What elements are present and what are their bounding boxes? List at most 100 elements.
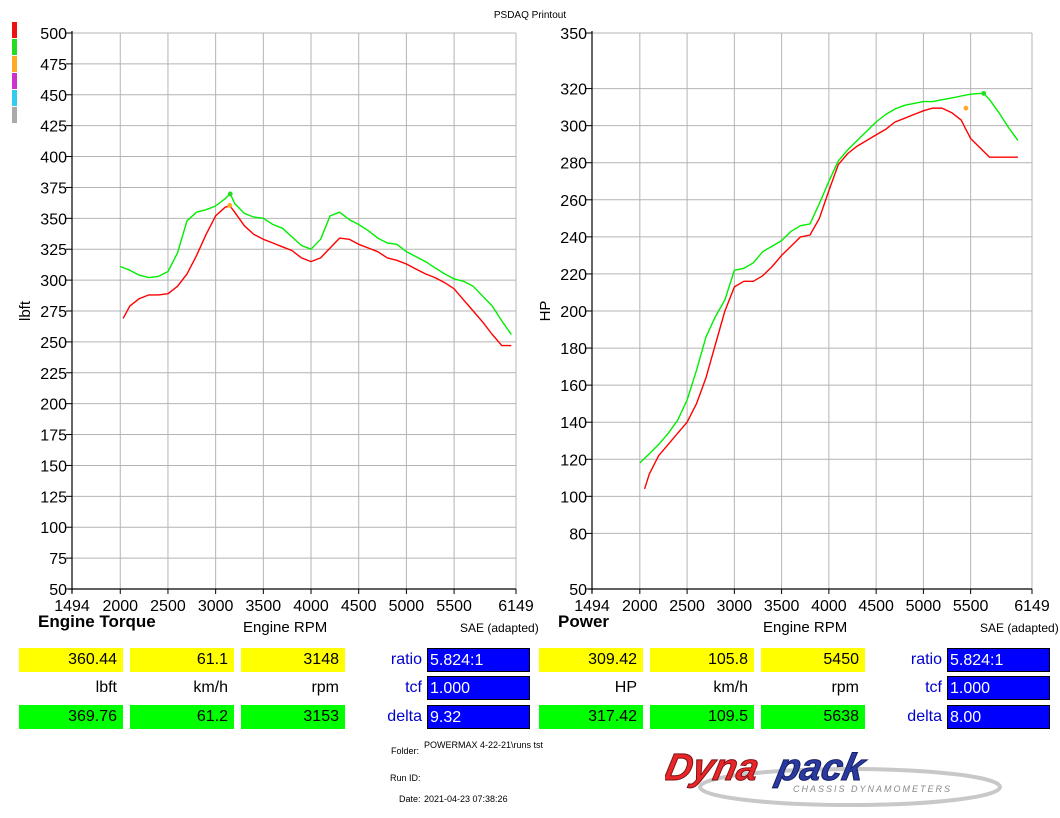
torque-y-axis-label: lbft [17,300,34,321]
power-y-tick-label: 320 [560,82,587,99]
speed-unit-label: km/h [193,679,228,696]
power-x-tick-label: 3000 [717,598,753,615]
torque-peak-speed: 61.1 [130,648,234,672]
power-ratio-value: 5.824:1 [947,648,1050,672]
power-peak-marker-2 [981,90,987,96]
torque-y-tick-label: 275 [40,304,67,321]
power-x-axis-label: Engine RPM [763,619,848,636]
torque-y-tick-label: 200 [40,397,67,414]
svg-text:CHASSIS DYNAMOMETERS: CHASSIS DYNAMOMETERS [793,784,952,794]
torque-y-tick-label: 400 [40,150,67,167]
power-delta-label: delta [907,708,942,725]
rpm-unit-label: rpm [311,679,339,696]
torque-y-tick-label: 225 [40,366,67,383]
folder-value: POWERMAX 4-22-21\runs tst [424,740,544,750]
torque-tcf-value: 1.000 [427,676,530,700]
date-label: Date: [399,794,421,804]
power-y-tick-label: 200 [560,304,587,321]
torque-peak-marker-1 [227,203,233,208]
torque-unit-label: lbft [95,679,117,696]
torque-peak-speed-2: 61.2 [130,705,234,729]
torque-tcf-label: tcf [405,679,422,696]
dyno-charts: 50 75 100 125 150 175 200 225 250 275 300 325 350 375… [17,26,1050,615]
power-y-tick-label: 80 [569,526,587,543]
power-y-tick-label: 300 [560,119,587,136]
power-x-tick-label: 2000 [622,598,658,615]
power-y-tick-label: 140 [560,415,587,432]
torque-y-tick-label: 125 [40,489,67,506]
svg-text:pack: pack [772,746,870,789]
torque-x-tick-label: 5000 [389,598,425,615]
power-peak-marker-1 [963,105,969,111]
power-x-tick-label: 4000 [811,598,847,615]
torque-peak-rpm-2: 3153 [241,705,345,729]
power-y-tick-label: 120 [560,452,587,469]
torque-peak-value-2: 369.76 [19,705,123,729]
torque-panel-title: Engine Torque [38,612,156,631]
torque-x-tick-label: 5500 [436,598,472,615]
torque-peak-marker-2 [227,191,233,197]
torque-y-tick-label: 325 [40,242,67,259]
torque-y-tick-label: 375 [40,180,67,197]
torque-y-tick-label: 175 [40,428,67,445]
power-y-axis-label: HP [537,301,554,322]
power-peak-speed: 105.8 [650,648,754,672]
power-sae-note: SAE (adapted) [980,621,1059,635]
power-y-tick-label: 220 [560,267,587,284]
power-peak-value-2: 317.42 [539,705,643,729]
torque-series-line-1 [122,205,512,347]
torque-peak-rpm: 3148 [241,648,345,672]
torque-y-tick-label: 475 [40,57,67,74]
power-x-tick-label: 5000 [906,598,942,615]
torque-ratio-value: 5.824:1 [427,648,530,672]
power-y-tick-label: 160 [560,378,587,395]
power-y-tick-label: 100 [560,489,587,506]
power-ratio-label: ratio [910,651,942,668]
power-peak-rpm: 5450 [761,648,865,672]
svg-text:Dyna: Dyna [665,746,763,789]
torque-x-tick-label: 4500 [341,598,377,615]
power-x-tick-label: 6149 [1014,598,1050,615]
power-series-line-1 [643,107,1018,490]
torque-x-tick-label: 3500 [246,598,282,615]
power-tcf-label: tcf [925,679,942,696]
power-y-tick-label: 50 [569,582,587,599]
torque-x-axis-label: Engine RPM [243,619,328,636]
power-delta-value: 8.00 [947,705,1050,729]
torque-x-tick-label: 4000 [293,598,329,615]
power-x-tick-label: 5500 [953,598,989,615]
torque-ratio-label: ratio [390,651,422,668]
power-peak-value: 309.42 [539,648,643,672]
torque-y-tick-label: 50 [49,582,67,599]
power-peak-rpm-2: 5638 [761,705,865,729]
torque-peak-value: 360.44 [19,648,123,672]
power-panel-title: Power [558,612,610,631]
torque-y-tick-label: 250 [40,335,67,352]
power-peak-speed-2: 109.5 [650,705,754,729]
power-x-tick-label: 3500 [764,598,800,615]
power-x-tick-label: 4500 [858,598,894,615]
torque-y-tick-label: 100 [40,520,67,537]
date-value: 2021-04-23 07:38:26 [424,794,508,804]
torque-x-tick-label: 6149 [498,598,534,615]
torque-y-tick-label: 75 [49,551,67,568]
power-tcf-value: 1.000 [947,676,1050,700]
power-y-tick-label: 350 [560,26,587,43]
torque-series-line-2 [120,192,512,335]
power-x-tick-label: 2500 [669,598,705,615]
torque-y-tick-label: 300 [40,273,67,290]
torque-y-tick-label: 500 [40,26,67,43]
torque-x-tick-label: 3000 [198,598,234,615]
torque-delta-label: delta [387,708,422,725]
power-y-tick-label: 260 [560,193,587,210]
power-rpm-unit-label: rpm [831,679,859,696]
torque-sae-note: SAE (adapted) [460,621,539,635]
torque-y-tick-label: 350 [40,211,67,228]
power-y-tick-label: 180 [560,341,587,358]
power-y-tick-label: 240 [560,230,587,247]
torque-y-tick-label: 450 [40,88,67,105]
folder-label: Folder: [391,746,420,756]
run-id-label: Run ID: [390,773,421,783]
torque-delta-value: 9.32 [427,705,530,729]
power-y-tick-label: 280 [560,156,587,173]
